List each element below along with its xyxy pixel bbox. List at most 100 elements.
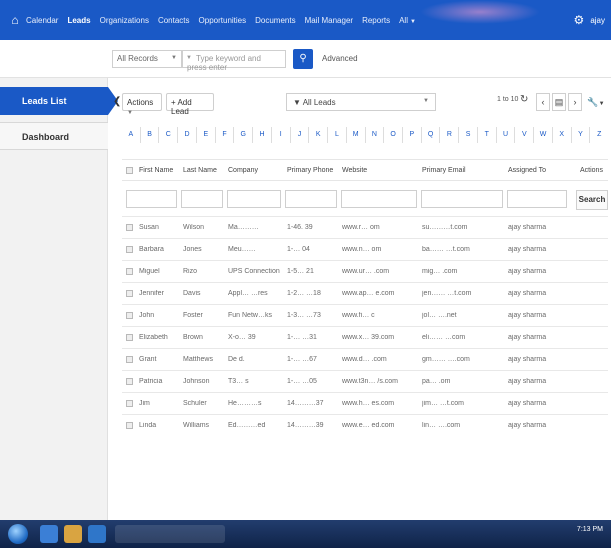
cell-last-name[interactable]: Matthews [183, 356, 225, 363]
cell-last-name[interactable]: Wilson [183, 224, 225, 231]
cell-first-name[interactable]: Patricia [139, 378, 181, 385]
cell-primary-email[interactable]: jen…… …t.com [422, 290, 506, 297]
next-page-button[interactable]: › [568, 93, 582, 111]
website-filter-input[interactable] [341, 190, 417, 208]
sidebar-item-dashboard[interactable]: Dashboard [0, 122, 108, 150]
cell-last-name[interactable]: Williams [183, 422, 225, 429]
cell-last-name[interactable]: Johnson [183, 378, 225, 385]
row-checkbox[interactable] [126, 334, 133, 341]
alpha-letter[interactable]: R [440, 127, 460, 143]
cell-primary-email[interactable]: mig… .com [422, 268, 506, 275]
row-checkbox[interactable] [126, 268, 133, 275]
table-row[interactable]: Susan Wilson Ma……… 1-46. 39 www.r… om su………t.… [122, 216, 608, 238]
alpha-letter[interactable]: F [216, 127, 235, 143]
cell-first-name[interactable]: Jim [139, 400, 181, 407]
search-input[interactable]: ▼ Type keyword and press enter [182, 50, 286, 72]
alpha-letter[interactable]: A [122, 127, 141, 143]
alpha-letter[interactable]: H [253, 127, 272, 143]
table-row[interactable]: Grant Matthews De d. 1-… …67 www.d… .com gm……… [122, 348, 608, 370]
folder-icon[interactable] [64, 525, 82, 543]
cell-last-name[interactable]: Davis [183, 290, 225, 297]
cell-first-name[interactable]: Linda [139, 422, 181, 429]
header-primary-email[interactable]: Primary Email [422, 167, 466, 174]
cell-website[interactable]: www.e… ed.com [342, 422, 420, 429]
phone-filter-input[interactable] [285, 190, 337, 208]
row-checkbox[interactable] [126, 378, 133, 385]
company-filter-input[interactable] [227, 190, 281, 208]
alpha-letter[interactable]: L [328, 127, 347, 143]
alpha-letter[interactable]: N [366, 127, 385, 143]
table-row[interactable]: Jennifer Davis Appl… …res 1-2… …18 www.ap… e… [122, 282, 608, 304]
alpha-letter[interactable]: T [478, 127, 497, 143]
cell-website[interactable]: www.h… es.com [342, 400, 420, 407]
cell-first-name[interactable]: Elizabeth [139, 334, 181, 341]
alpha-letter[interactable]: Y [572, 127, 591, 143]
assigned-to-filter-input[interactable] [507, 190, 567, 208]
alpha-letter[interactable]: W [534, 127, 553, 143]
cell-primary-email[interactable]: pa… .om [422, 378, 506, 385]
alpha-letter[interactable]: V [515, 127, 535, 143]
cell-primary-email[interactable]: ba…… …t.com [422, 246, 506, 253]
cell-first-name[interactable]: Susan [139, 224, 181, 231]
cell-website[interactable]: www.d… .com [342, 356, 420, 363]
alpha-letter[interactable]: B [141, 127, 160, 143]
alpha-letter[interactable]: X [553, 127, 572, 143]
cell-last-name[interactable]: Schuler [183, 400, 225, 407]
settings-wrench-button[interactable]: 🔧▼ [584, 93, 608, 111]
header-website[interactable]: Website [342, 167, 367, 174]
refresh-icon[interactable]: ↻ [520, 94, 528, 105]
header-assigned-to[interactable]: Assigned To [508, 167, 546, 174]
row-checkbox[interactable] [126, 356, 133, 363]
alpha-letter[interactable]: S [459, 127, 478, 143]
cell-website[interactable]: www.r… om [342, 224, 420, 231]
user-menu[interactable]: ajay [590, 16, 605, 25]
table-row[interactable]: Miguel Rizo UPS Connection 1-5… 21 www.ur… .… [122, 260, 608, 282]
alpha-letter[interactable]: E [197, 127, 216, 143]
lead-filter-select[interactable]: ▼ All Leads ▼ [286, 93, 436, 111]
cell-first-name[interactable]: Grant [139, 356, 181, 363]
cell-website[interactable]: www.ap… e.com [342, 290, 420, 297]
cell-primary-email[interactable]: jol… ….net [422, 312, 506, 319]
nav-documents[interactable]: Documents [255, 16, 295, 25]
nav-all-menu[interactable]: All ▼ [399, 16, 416, 25]
taskbar-window-button[interactable] [115, 525, 225, 543]
search-button[interactable]: ⚲ [293, 49, 313, 69]
alpha-letter[interactable]: Z [590, 127, 608, 143]
header-last-name[interactable]: Last Name [183, 167, 217, 174]
nav-leads[interactable]: Leads [67, 16, 90, 25]
cell-website[interactable]: www.n… om [342, 246, 420, 253]
alpha-letter[interactable]: M [347, 127, 366, 143]
nav-opportunities[interactable]: Opportunities [199, 16, 247, 25]
previous-page-button[interactable]: ‹ [536, 93, 550, 111]
cell-first-name[interactable]: Miguel [139, 268, 181, 275]
nav-contacts[interactable]: Contacts [158, 16, 190, 25]
cell-first-name[interactable]: Barbara [139, 246, 181, 253]
cell-website[interactable]: www.fi… c [342, 312, 420, 319]
row-checkbox[interactable] [126, 312, 133, 319]
header-first-name[interactable]: First Name [139, 167, 173, 174]
ie-icon[interactable] [88, 525, 106, 543]
cell-primary-email[interactable]: eli…… …com [422, 334, 506, 341]
cell-last-name[interactable]: Jones [183, 246, 225, 253]
add-lead-button[interactable]: + Add Lead [166, 93, 214, 116]
cell-primary-email[interactable]: su………t.com [422, 224, 506, 231]
table-row[interactable]: Elizabeth Brown X-o… 39 1-… …31 www.x… 39.co… [122, 326, 608, 348]
email-filter-input[interactable] [421, 190, 503, 208]
cell-last-name[interactable]: Rizo [183, 268, 225, 275]
alpha-letter[interactable]: P [403, 127, 422, 143]
home-icon[interactable]: ⌂ [4, 13, 26, 27]
nav-mail-manager[interactable]: Mail Manager [305, 16, 353, 25]
table-row[interactable]: Barbara Jones Meu…… 1-… 04 www.n… om ba…… …t.… [122, 238, 608, 260]
collapse-sidebar-icon[interactable]: ❮ [113, 96, 121, 107]
cell-first-name[interactable]: John [139, 312, 181, 319]
cell-last-name[interactable]: Brown [183, 334, 225, 341]
header-company[interactable]: Company [228, 167, 258, 174]
browser-icon[interactable] [40, 525, 58, 543]
alpha-letter[interactable]: I [272, 127, 291, 143]
cell-primary-email[interactable]: lin… ….com [422, 422, 506, 429]
alpha-letter[interactable]: U [497, 127, 516, 143]
row-checkbox[interactable] [126, 246, 133, 253]
nav-organizations[interactable]: Organizations [100, 16, 149, 25]
cell-website[interactable]: www.t3n… /s.com [342, 378, 420, 385]
row-checkbox[interactable] [126, 224, 133, 231]
